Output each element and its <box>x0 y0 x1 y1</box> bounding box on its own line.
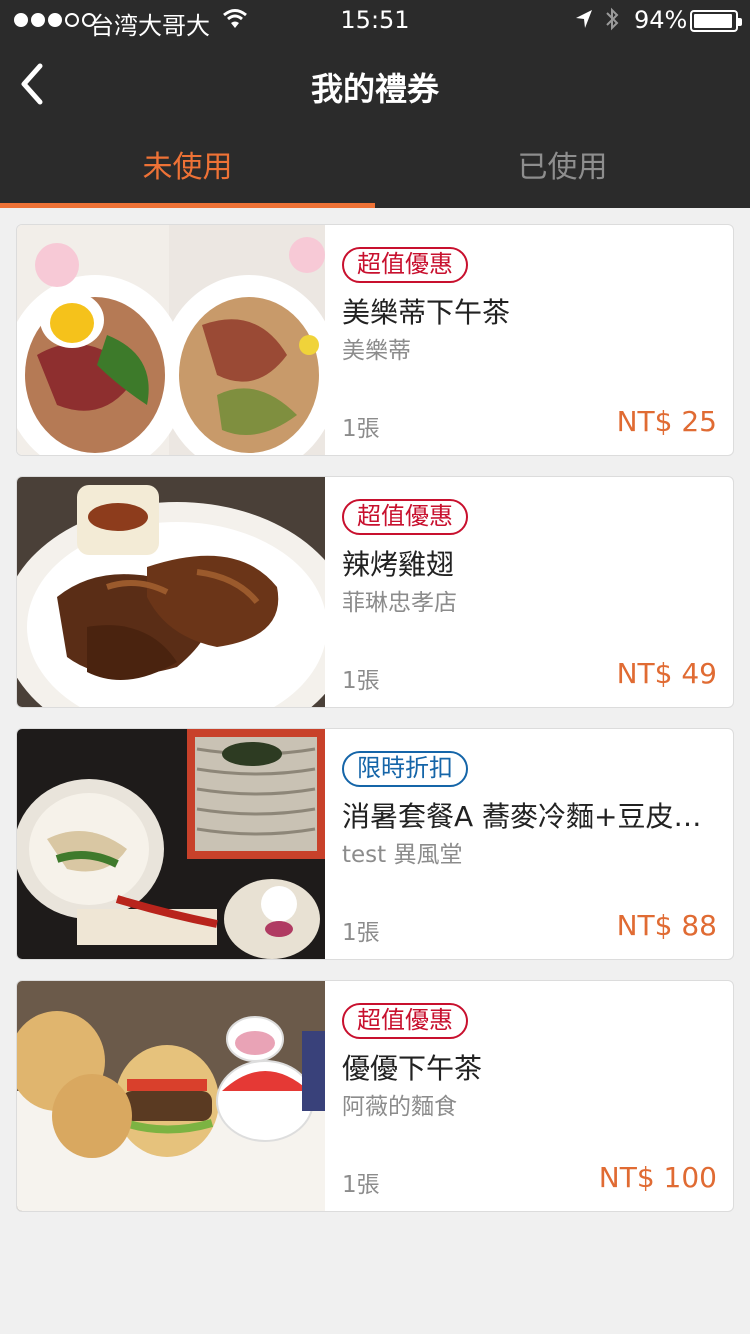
tab-bar: 未使用 已使用 <box>0 130 750 208</box>
coupon-thumbnail <box>17 477 325 707</box>
coupon-title: 辣烤雞翅 <box>342 548 455 581</box>
shop-name: test 異風堂 <box>342 842 463 868</box>
coupon-quantity: 1張 <box>342 668 380 694</box>
coupon-quantity: 1張 <box>342 920 380 946</box>
coupon-card[interactable]: 超值優惠 美樂蒂下午茶 美樂蒂 1張 NT$ 25 <box>16 224 734 456</box>
deal-badge: 超值優惠 <box>342 1003 468 1039</box>
deal-badge: 超值優惠 <box>342 247 468 283</box>
coupon-price: NT$ 88 <box>616 909 717 942</box>
coupon-quantity: 1張 <box>342 416 380 442</box>
coupon-list: 超值優惠 美樂蒂下午茶 美樂蒂 1張 NT$ 25 超值優惠 辣烤雞翅 菲琳忠孝… <box>16 224 734 1232</box>
coupon-thumbnail <box>17 729 325 959</box>
shop-name: 菲琳忠孝店 <box>342 590 457 616</box>
deal-badge: 超值優惠 <box>342 499 468 535</box>
tab-unused[interactable]: 未使用 <box>0 130 375 208</box>
coupon-thumbnail <box>17 981 325 1211</box>
coupon-title: 優優下午茶 <box>342 1052 483 1085</box>
bluetooth-icon <box>604 6 620 38</box>
coupon-title: 美樂蒂下午茶 <box>342 296 511 329</box>
shop-name: 美樂蒂 <box>342 338 411 364</box>
coupon-thumbnail <box>17 225 325 455</box>
coupon-title: 消暑套餐A 蕎麥冷麵+豆皮… <box>342 800 702 833</box>
deal-badge: 限時折扣 <box>342 751 468 787</box>
coupon-quantity: 1張 <box>342 1172 380 1198</box>
location-arrow-icon <box>574 8 594 36</box>
coupon-card[interactable]: 超值優惠 辣烤雞翅 菲琳忠孝店 1張 NT$ 49 <box>16 476 734 708</box>
coupon-price: NT$ 100 <box>598 1161 717 1194</box>
battery-percent: 94% <box>634 6 688 34</box>
coupon-price: NT$ 25 <box>616 405 717 438</box>
shop-name: 阿薇的麵食 <box>342 1094 457 1120</box>
battery-icon <box>690 10 742 32</box>
tab-active-indicator <box>0 203 375 208</box>
coupon-card[interactable]: 超值優惠 優優下午茶 阿薇的麵食 1張 NT$ 100 <box>16 980 734 1212</box>
tab-used[interactable]: 已使用 <box>375 130 750 208</box>
app-header: 台湾大哥大 15:51 94% 我的禮券 未使用 已使用 <box>0 0 750 208</box>
page-title: 我的禮券 <box>310 70 439 108</box>
status-bar: 台湾大哥大 15:51 94% <box>0 0 750 42</box>
coupon-card[interactable]: 限時折扣 消暑套餐A 蕎麥冷麵+豆皮… test 異風堂 1張 NT$ 88 <box>16 728 734 960</box>
coupon-price: NT$ 49 <box>616 657 717 690</box>
